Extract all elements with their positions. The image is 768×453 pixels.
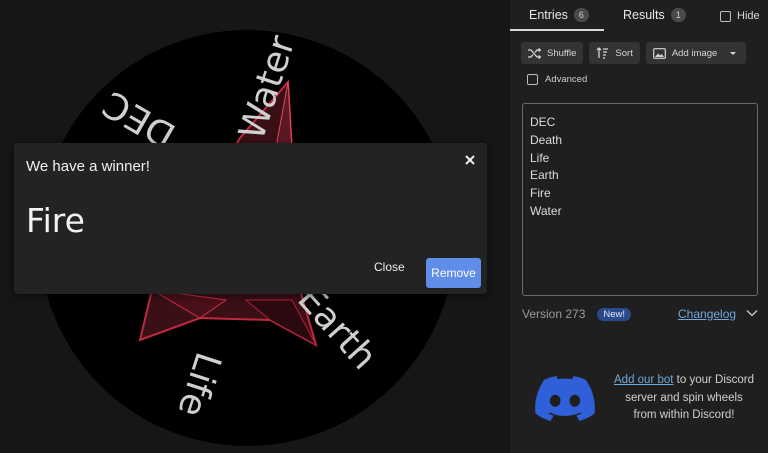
entries-count-badge: 6 [573,8,589,22]
sort-label: Sort [615,47,633,59]
app-root: Water DEC Earth Life Entries 6 Results 1… [0,0,768,453]
version-text: Version 273 [522,307,586,321]
entry-line: Earth [530,168,559,183]
entries-toolbar: Shuffle Sort Add image [521,42,747,64]
dialog-title: We have a winner! [26,158,150,175]
caret-down-icon [730,52,737,55]
close-icon[interactable] [463,153,477,167]
hide-checkbox-box[interactable] [720,10,731,22]
entry-line: DEC [530,115,556,129]
results-count-badge: 1 [670,8,686,22]
tab-bar: Entries 6 Results 1 Hide [510,0,768,32]
hide-checkbox[interactable]: Hide [720,10,760,22]
discord-text: Add our bot to your Discord server and s… [607,372,761,425]
advanced-checkbox[interactable]: Advanced [527,74,587,85]
shuffle-label: Shuffle [547,47,577,59]
entry-line: Life [530,150,550,165]
version-row: Version 273 New! Changelog [522,306,758,322]
advanced-checkbox-box[interactable] [527,74,538,85]
entry-line: Water [530,203,562,218]
discord-line-2: server and spin wheels [625,391,743,404]
side-panel: Entries 6 Results 1 Hide Shuffle Sort Ad… [510,0,768,453]
winner-dialog: We have a winner! Fire Close Remove [14,143,487,294]
add-image-label: Add image [671,47,718,59]
advanced-label: Advanced [545,74,588,85]
new-badge: New! [597,307,632,321]
tab-entries[interactable]: Entries 6 [529,8,589,22]
shuffle-icon [528,47,541,59]
shuffle-button[interactable]: Shuffle [521,42,584,64]
add-our-bot-link[interactable]: Add our bot [614,374,673,386]
changelog-link[interactable]: Changelog [678,307,736,321]
sort-icon [596,47,609,59]
discord-icon [535,376,595,421]
discord-line-1: Add our bot to your Discord [607,372,761,390]
tab-results[interactable]: Results 1 [623,8,686,22]
active-tab-indicator [510,29,604,31]
chevron-down-icon[interactable] [746,308,758,318]
image-icon [652,47,666,59]
discord-promo: Add our bot to your Discord server and s… [535,372,761,432]
hide-label: Hide [737,10,760,22]
remove-button[interactable]: Remove [426,258,481,288]
close-button[interactable]: Close [374,260,405,274]
entries-textarea[interactable]: DEC Death Life Earth Fire Water [522,103,758,296]
tab-entries-label: Entries [529,8,568,22]
entry-line: Fire [530,186,551,201]
sort-button[interactable]: Sort [589,42,640,64]
discord-line-1-rest: to your Discord [673,374,754,386]
tab-results-label: Results [623,8,665,22]
add-image-button[interactable]: Add image [645,42,747,64]
entry-line: Death [530,132,563,147]
winner-name: Fire [26,201,85,240]
discord-line-3: from within Discord! [633,409,735,421]
